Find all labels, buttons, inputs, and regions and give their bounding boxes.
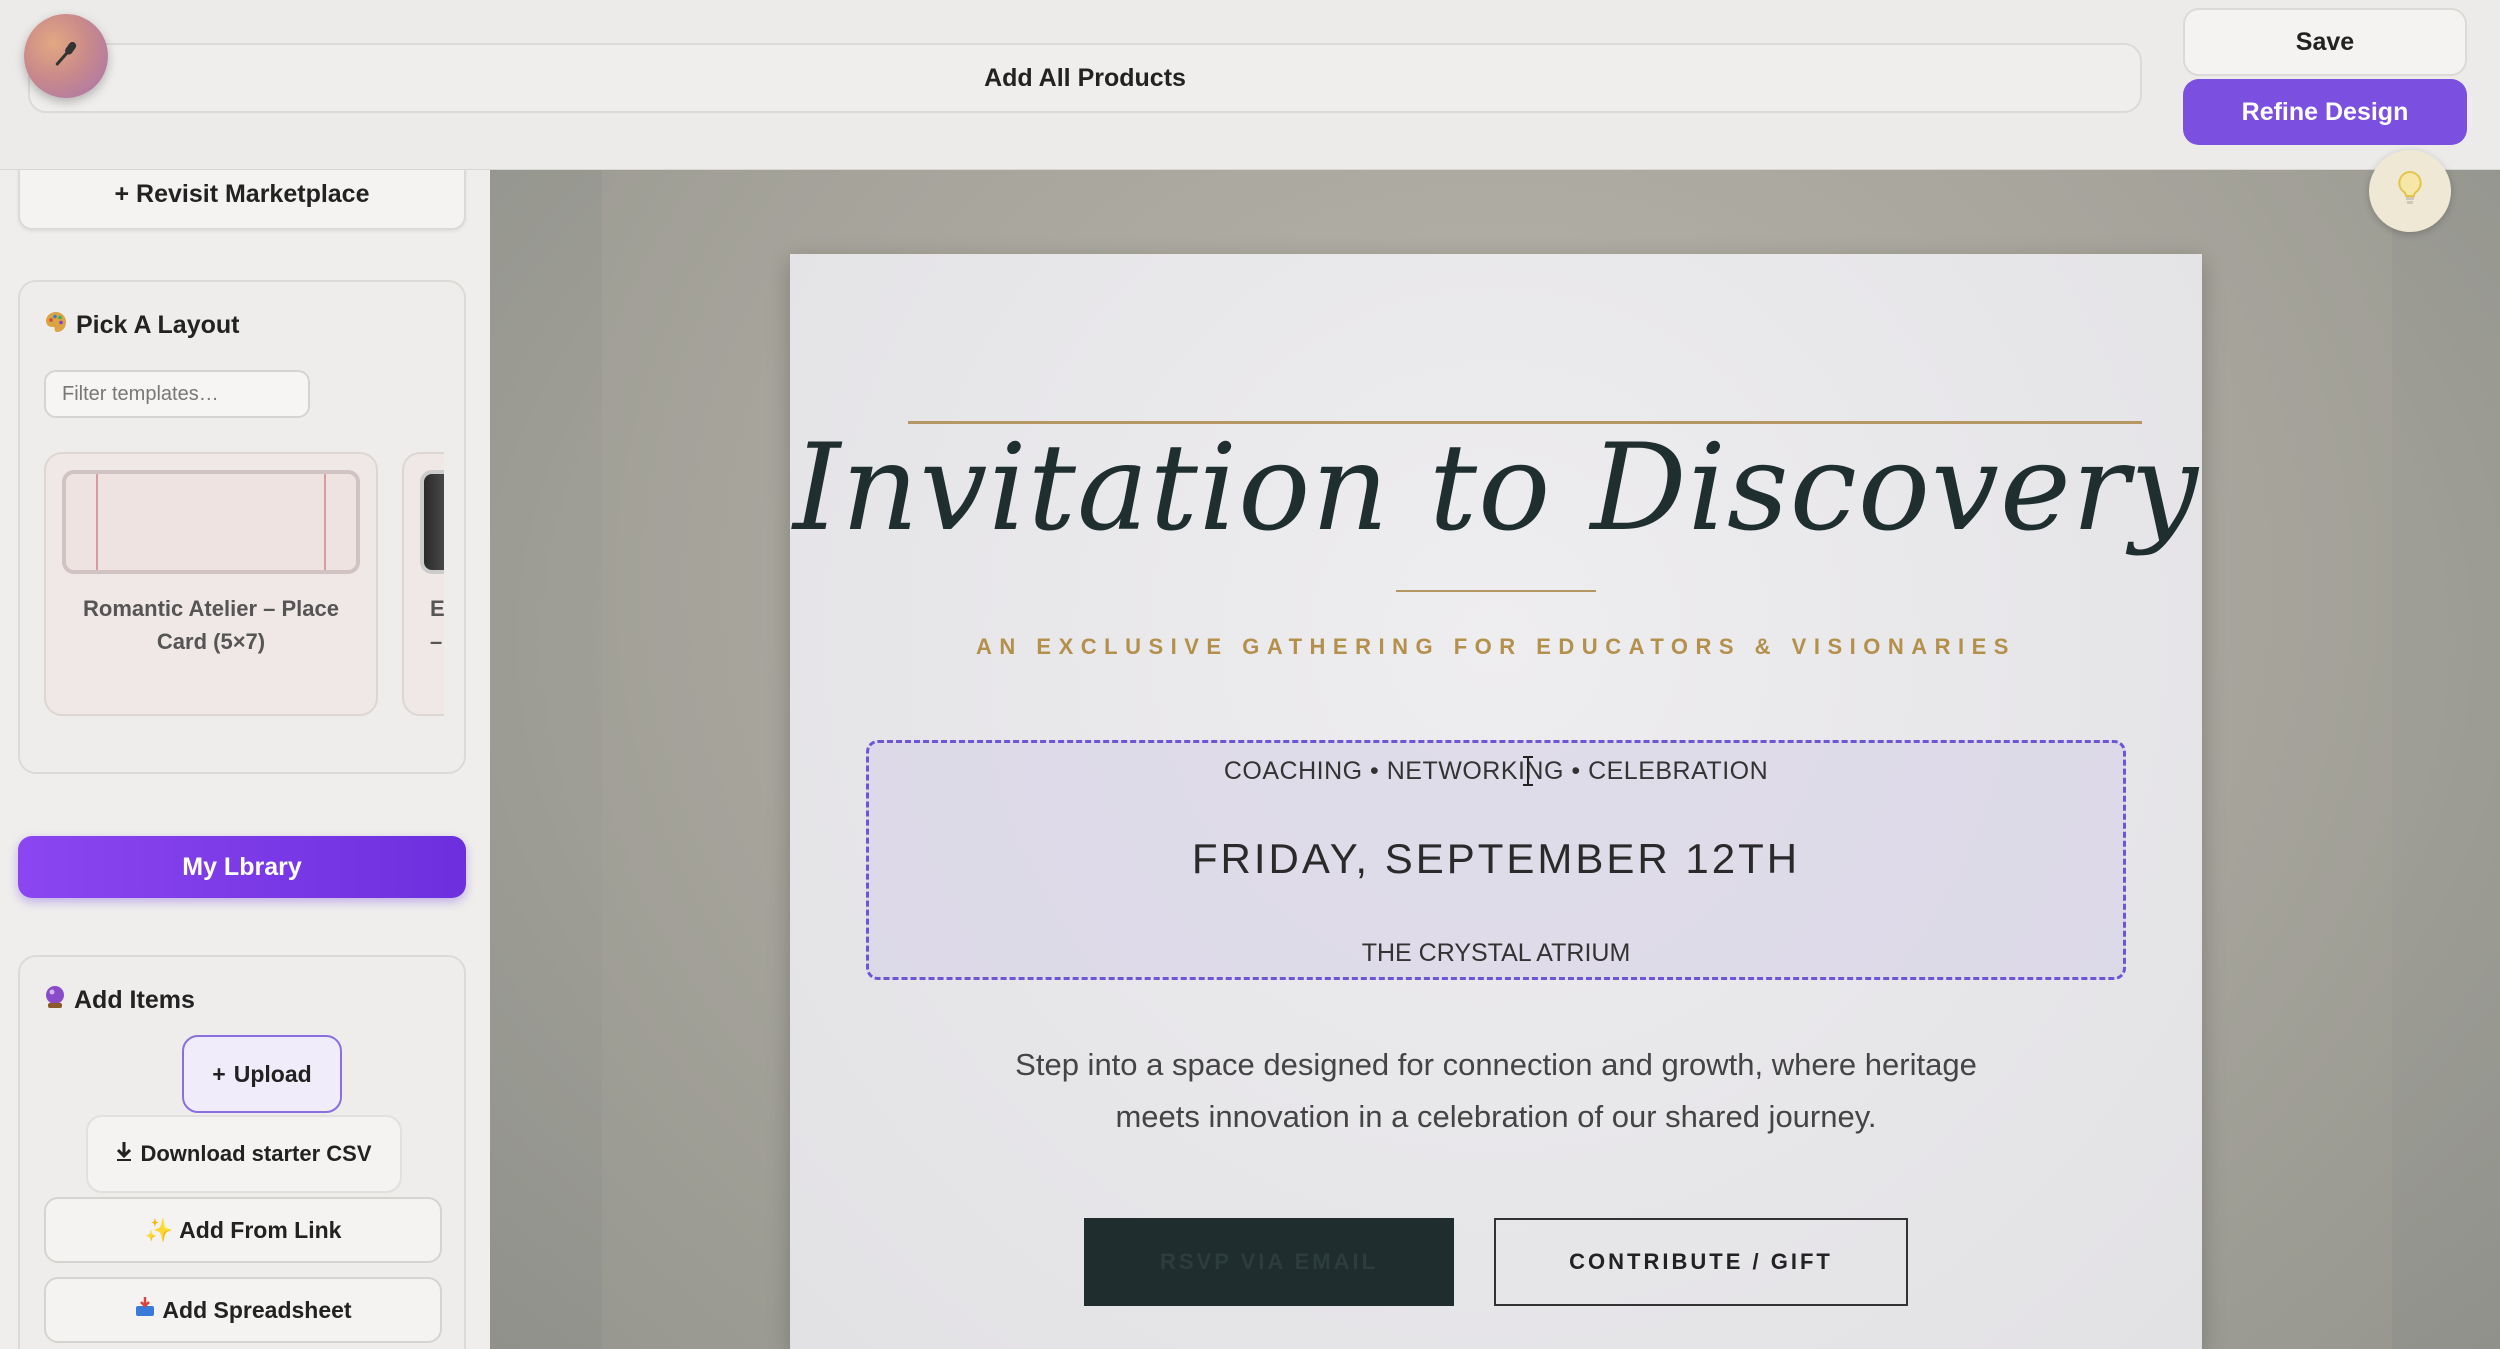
revisit-marketplace-button[interactable]: + Revisit Marketplace <box>18 170 466 230</box>
template-label: Romantic Atelier – Place Card (5×7) <box>83 596 339 654</box>
download-arrow-icon <box>116 1141 132 1167</box>
prompt-label: Add All Products <box>984 63 1186 92</box>
add-items-panel: Add Items + Upload Download starter CSV … <box>18 955 466 1349</box>
my-library-button[interactable]: My Lbrary <box>18 836 466 898</box>
invitation-subtitle[interactable]: AN EXCLUSIVE GATHERING FOR EDUCATORS & V… <box>790 634 2202 660</box>
plus-icon: + <box>212 1060 226 1087</box>
template-card[interactable]: Romantic Atelier – Place Card (5×7) <box>44 452 378 716</box>
sparkles-icon: ✨ <box>144 1216 174 1243</box>
add-spreadsheet-button[interactable]: Add Spreadsheet <box>44 1277 442 1343</box>
prompt-bar[interactable]: Add All Products <box>28 43 2142 113</box>
template-carousel[interactable]: Romantic Atelier – Place Card (5×7) E – <box>44 452 444 720</box>
text-cursor-icon <box>1522 756 1534 793</box>
template-thumbnail <box>62 470 360 574</box>
download-csv-button[interactable]: Download starter CSV <box>86 1115 402 1193</box>
inbox-tray-icon <box>134 1296 156 1324</box>
layout-panel-title: Pick A Layout <box>44 310 239 341</box>
save-button[interactable]: Save <box>2183 8 2467 76</box>
event-tags[interactable]: COACHING • NETWORKING • CELEBRATION <box>869 757 2123 786</box>
gold-divider <box>1396 590 1596 592</box>
microphone-button[interactable] <box>24 14 108 98</box>
upload-button[interactable]: + Upload <box>182 1035 342 1113</box>
layout-panel: Pick A Layout Romantic Atelier – Place C… <box>18 280 466 774</box>
sidebar: + Revisit Marketplace Pick A Layout Filt… <box>0 170 490 1349</box>
event-venue[interactable]: THE CRYSTAL ATRIUM <box>869 939 2123 968</box>
rsvp-button[interactable]: RSVP VIA EMAIL <box>1084 1218 1454 1306</box>
palette-icon <box>44 310 68 341</box>
invitation-body[interactable]: Step into a space designed for connectio… <box>980 1039 2012 1143</box>
microphone-icon <box>51 39 81 74</box>
filter-templates-input[interactable] <box>44 370 310 418</box>
invitation-card[interactable]: Invitation to Discovery AN EXCLUSIVE GAT… <box>790 254 2202 1349</box>
refine-design-button[interactable]: Refine Design <box>2183 79 2467 145</box>
event-details-block[interactable]: COACHING • NETWORKING • CELEBRATION FRID… <box>866 740 2126 980</box>
ideas-button[interactable] <box>2369 150 2451 232</box>
add-from-link-button[interactable]: ✨ Add From Link <box>44 1197 442 1263</box>
add-items-title: Add Items <box>44 985 195 1016</box>
template-thumbnail <box>420 470 444 574</box>
event-date[interactable]: FRIDAY, SEPTEMBER 12TH <box>869 835 2123 883</box>
top-bar: Add All Products Save Refine Design <box>0 0 2500 170</box>
lightbulb-icon <box>2395 169 2425 214</box>
template-card[interactable]: E – <box>402 452 444 716</box>
contribute-button[interactable]: CONTRIBUTE / GIFT <box>1494 1218 1908 1306</box>
crystal-ball-icon <box>44 985 66 1016</box>
template-label: E – <box>430 596 444 654</box>
invitation-title[interactable]: Invitation to Discovery <box>790 419 2202 558</box>
